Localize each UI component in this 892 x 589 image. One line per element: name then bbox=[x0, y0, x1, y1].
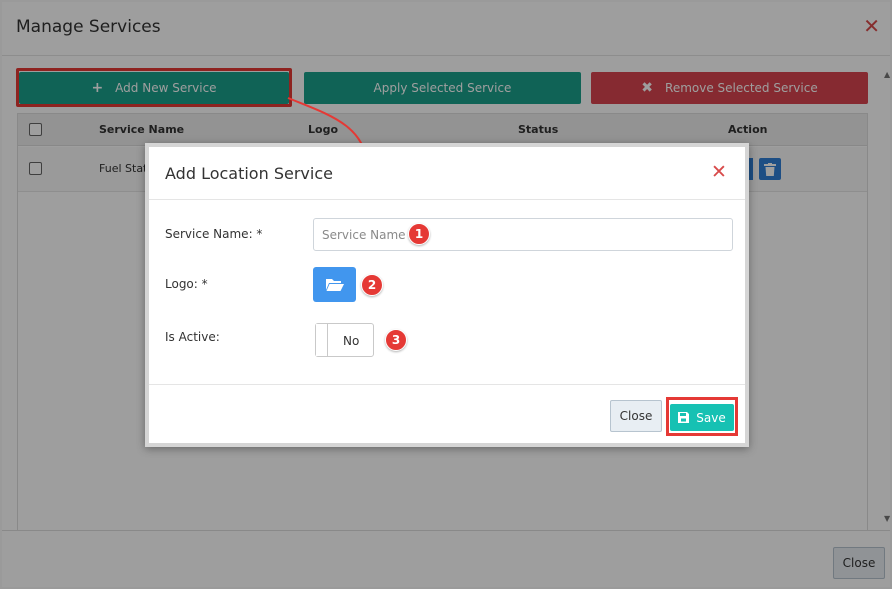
modal-header: Add Location Service ✕ bbox=[149, 147, 745, 200]
is-active-label: Is Active: bbox=[165, 330, 220, 344]
annotation-badge-1: 1 bbox=[408, 223, 430, 245]
modal-title: Add Location Service bbox=[165, 164, 333, 183]
annotation-badge-3: 3 bbox=[385, 329, 407, 351]
save-icon bbox=[678, 412, 690, 423]
save-button[interactable]: Save bbox=[670, 404, 734, 431]
add-location-service-dialog: Add Location Service ✕ Service Name: * 1… bbox=[145, 143, 749, 447]
logo-upload-button[interactable] bbox=[313, 267, 356, 302]
modal-close-icon[interactable]: ✕ bbox=[711, 162, 727, 182]
save-label: Save bbox=[696, 410, 726, 425]
toggle-knob bbox=[316, 324, 328, 356]
folder-open-icon bbox=[325, 279, 344, 291]
service-name-label: Service Name: * bbox=[165, 227, 263, 241]
modal-close-button[interactable]: Close bbox=[610, 400, 662, 432]
annotation-badge-2: 2 bbox=[361, 274, 383, 296]
service-name-input[interactable] bbox=[313, 218, 733, 251]
logo-label: Logo: * bbox=[165, 277, 208, 291]
is-active-toggle[interactable]: No bbox=[315, 323, 374, 357]
toggle-value: No bbox=[343, 334, 360, 348]
modal-footer-divider bbox=[149, 384, 745, 385]
